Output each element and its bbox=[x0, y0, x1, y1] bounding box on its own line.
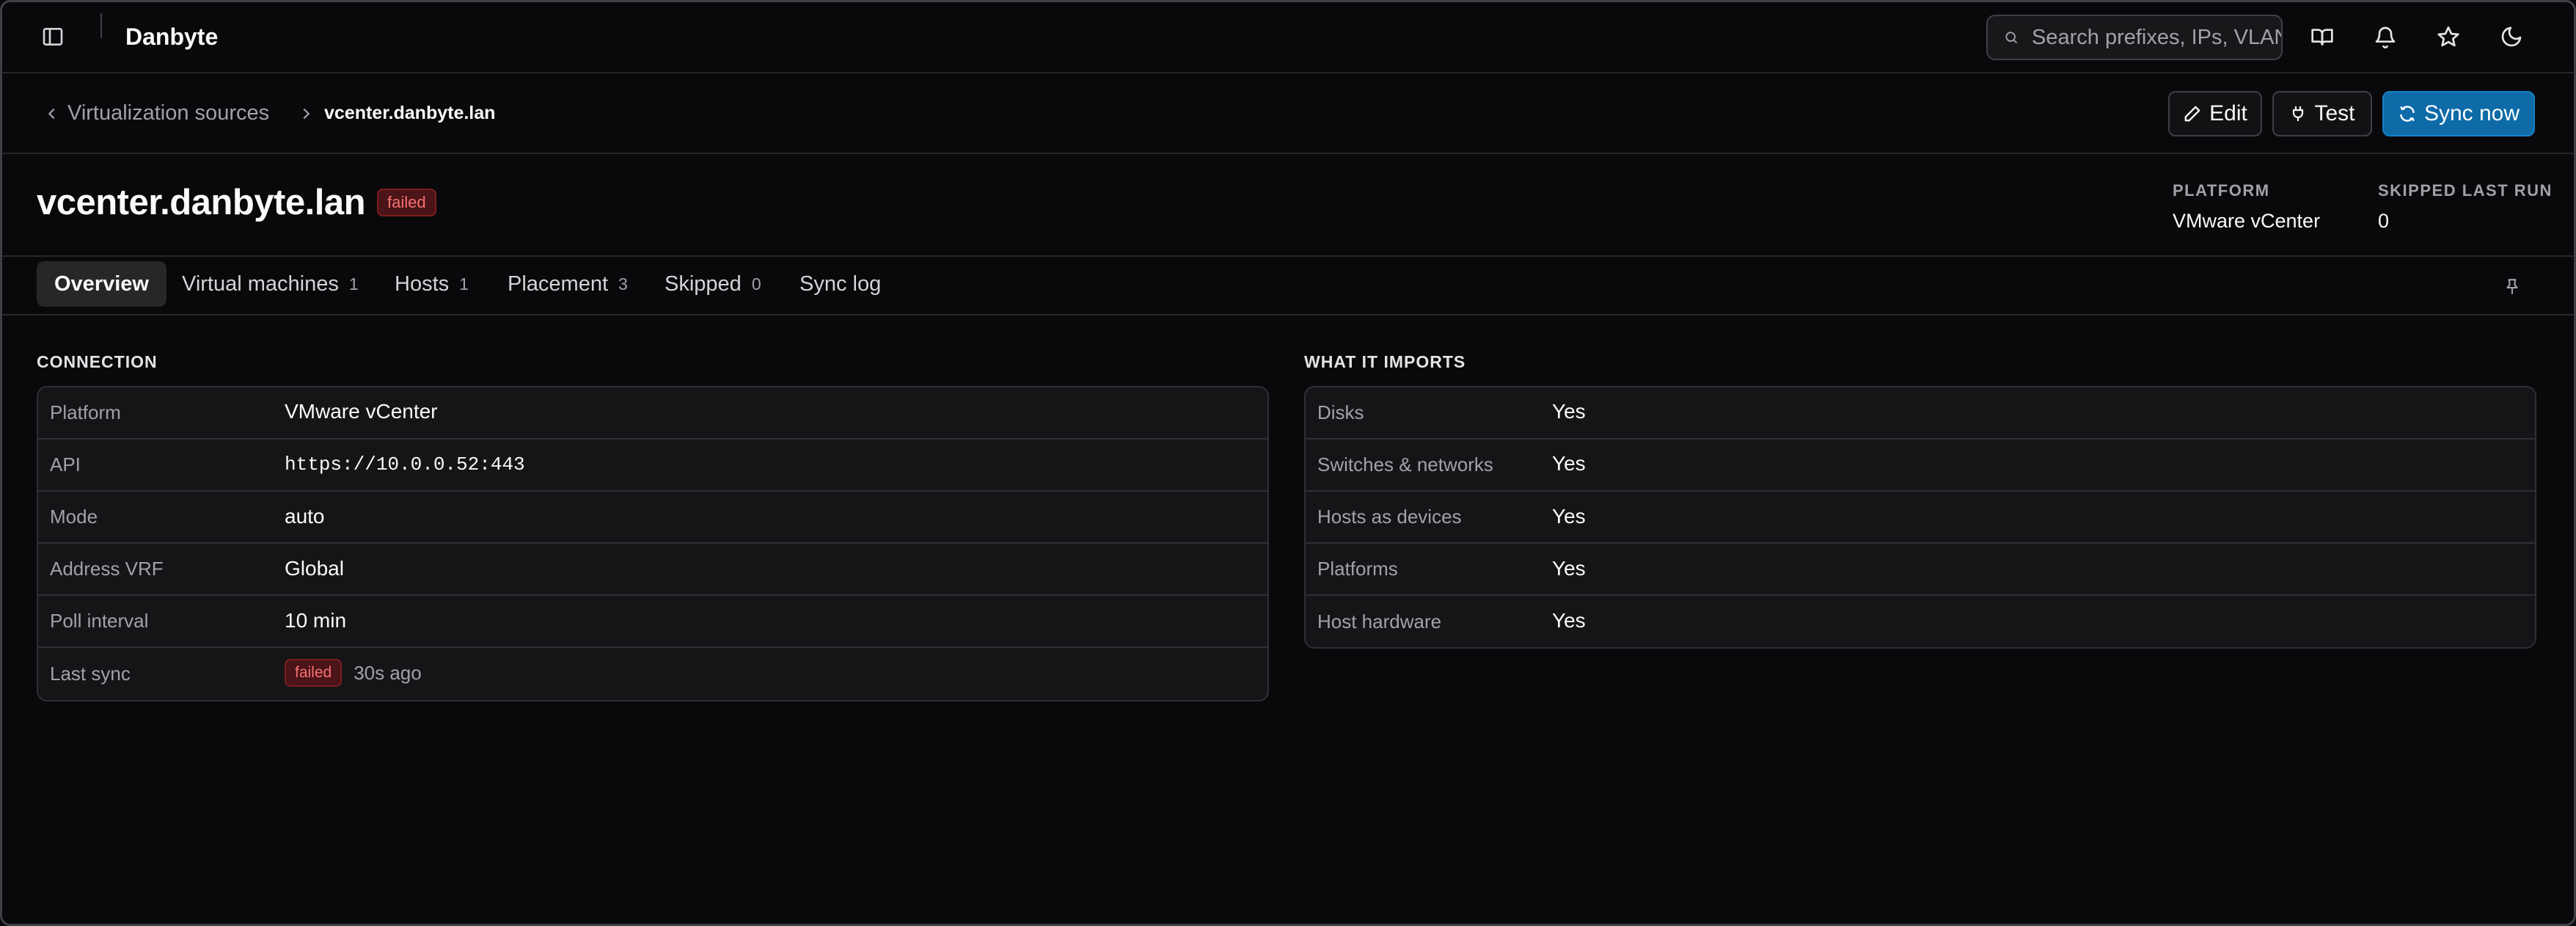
table-row: Disks Yes bbox=[1306, 387, 2535, 440]
tab-virtual-machines[interactable]: Virtual machines 1 bbox=[164, 261, 376, 307]
tab-placement[interactable]: Placement 3 bbox=[490, 261, 645, 307]
tab-skipped[interactable]: Skipped 0 bbox=[647, 261, 779, 307]
connection-mode-label: Mode bbox=[50, 506, 98, 528]
meta-skipped: SKIPPED LAST RUN 0 bbox=[2378, 181, 2553, 233]
last-sync-time: 30s ago bbox=[354, 661, 422, 684]
connection-panel: Platform VMware vCenter API https://10.0… bbox=[37, 386, 1269, 701]
tab-sync-log[interactable]: Sync log bbox=[782, 261, 899, 307]
tab-hosts[interactable]: Hosts 1 bbox=[377, 261, 486, 307]
table-row: Last sync failed 30s ago bbox=[38, 648, 1267, 700]
table-row: Mode auto bbox=[38, 492, 1267, 544]
imports-hosts-value: Yes bbox=[1552, 505, 1586, 528]
test-button-label: Test bbox=[2314, 101, 2355, 125]
tab-overview-label: Overview bbox=[54, 271, 149, 296]
star-icon[interactable] bbox=[2434, 22, 2463, 51]
status-badge: failed bbox=[377, 189, 436, 216]
table-row: Address VRF Global bbox=[38, 544, 1267, 596]
imports-platforms-label: Platforms bbox=[1317, 558, 1398, 580]
sync-now-button[interactable]: Sync now bbox=[2382, 91, 2535, 136]
topbar-divider bbox=[100, 13, 102, 38]
edit-button-label: Edit bbox=[2209, 101, 2247, 125]
meta-skipped-value: 0 bbox=[2378, 210, 2390, 232]
pencil-icon bbox=[2184, 106, 2200, 122]
tab-hosts-count: 1 bbox=[459, 274, 469, 294]
imports-hosts-label: Hosts as devices bbox=[1317, 506, 1462, 528]
imports-hardware-label: Host hardware bbox=[1317, 610, 1442, 632]
connection-vrf-label: Address VRF bbox=[50, 558, 164, 580]
table-row: Poll interval 10 min bbox=[38, 596, 1267, 648]
meta-platform-label: PLATFORM bbox=[2173, 181, 2270, 200]
search-icon bbox=[2005, 32, 2018, 44]
moon-icon[interactable] bbox=[2497, 22, 2526, 51]
connection-last-sync-label: Last sync bbox=[50, 663, 131, 685]
plug-icon bbox=[2293, 106, 2304, 121]
connection-last-sync-value: failed 30s ago bbox=[285, 659, 422, 687]
connection-poll-label: Poll interval bbox=[50, 610, 149, 632]
test-button[interactable]: Test bbox=[2272, 91, 2372, 136]
table-row: API https://10.0.0.52:443 bbox=[38, 440, 1267, 492]
tab-virtual-machines-label: Virtual machines bbox=[182, 271, 339, 296]
breadcrumb-current: vcenter.danbyte.lan bbox=[324, 103, 496, 123]
imports-switches-label: Switches & networks bbox=[1317, 453, 1493, 475]
imports-switches-value: Yes bbox=[1552, 452, 1586, 475]
page-title: vcenter.danbyte.lan bbox=[37, 183, 366, 222]
tab-placement-label: Placement bbox=[508, 271, 609, 296]
edit-button[interactable]: Edit bbox=[2168, 91, 2262, 136]
tab-skipped-label: Skipped bbox=[665, 271, 742, 296]
page-header: vcenter.danbyte.lan failed PLATFORM VMwa… bbox=[0, 154, 2576, 257]
tab-overview[interactable]: Overview bbox=[37, 261, 167, 307]
connection-mode-value: auto bbox=[285, 505, 325, 528]
tab-placement-count: 3 bbox=[618, 274, 628, 294]
connection-platform-value: VMware vCenter bbox=[285, 400, 438, 423]
table-row: Platforms Yes bbox=[1306, 544, 2535, 596]
imports-platforms-value: Yes bbox=[1552, 557, 1586, 580]
tab-hosts-label: Hosts bbox=[395, 271, 450, 296]
chevron-right-icon bbox=[295, 103, 317, 125]
connection-poll-value: 10 min bbox=[285, 609, 347, 632]
panel-left-icon[interactable] bbox=[38, 22, 67, 51]
pin-icon[interactable] bbox=[2501, 274, 2523, 299]
sync-now-button-label: Sync now bbox=[2423, 101, 2520, 125]
connection-api-value: https://10.0.0.52:443 bbox=[285, 453, 525, 475]
app-title: Danbyte bbox=[125, 23, 219, 50]
book-icon[interactable] bbox=[2308, 22, 2337, 51]
connection-api-label: API bbox=[50, 453, 81, 475]
meta-platform: PLATFORM VMware vCenter bbox=[2173, 181, 2320, 233]
imports-hardware-value: Yes bbox=[1552, 609, 1586, 632]
top-bar: Danbyte bbox=[0, 0, 2576, 73]
connection-vrf-value: Global bbox=[285, 557, 344, 580]
connection-section-title: CONNECTION bbox=[37, 352, 158, 371]
breadcrumb-parent-link[interactable]: Virtualization sources bbox=[67, 100, 269, 126]
imports-panel: Disks Yes Switches & networks Yes Hosts … bbox=[1304, 386, 2536, 649]
meta-skipped-label: SKIPPED LAST RUN bbox=[2378, 181, 2553, 200]
table-row: Switches & networks Yes bbox=[1306, 440, 2535, 492]
chevron-left-icon[interactable] bbox=[41, 103, 63, 125]
bell-icon[interactable] bbox=[2371, 22, 2400, 51]
table-row: Hosts as devices Yes bbox=[1306, 492, 2535, 544]
table-row: Host hardware Yes bbox=[1306, 596, 2535, 647]
tab-virtual-machines-count: 1 bbox=[348, 274, 359, 294]
last-sync-status-badge: failed bbox=[285, 659, 343, 687]
tab-bar: Overview Virtual machines 1 Hosts 1 Plac… bbox=[0, 257, 2576, 316]
connection-platform-label: Platform bbox=[50, 401, 121, 423]
imports-disks-label: Disks bbox=[1317, 401, 1364, 423]
table-row: Platform VMware vCenter bbox=[38, 387, 1267, 440]
search-input[interactable] bbox=[2032, 25, 2281, 50]
tab-skipped-count: 0 bbox=[751, 274, 761, 294]
imports-section-title: WHAT IT IMPORTS bbox=[1304, 352, 1466, 371]
meta-platform-value: VMware vCenter bbox=[2173, 210, 2321, 232]
refresh-icon bbox=[2400, 106, 2415, 122]
search-box[interactable] bbox=[1986, 15, 2283, 60]
imports-disks-value: Yes bbox=[1552, 400, 1586, 423]
tab-sync-log-label: Sync log bbox=[799, 271, 882, 296]
